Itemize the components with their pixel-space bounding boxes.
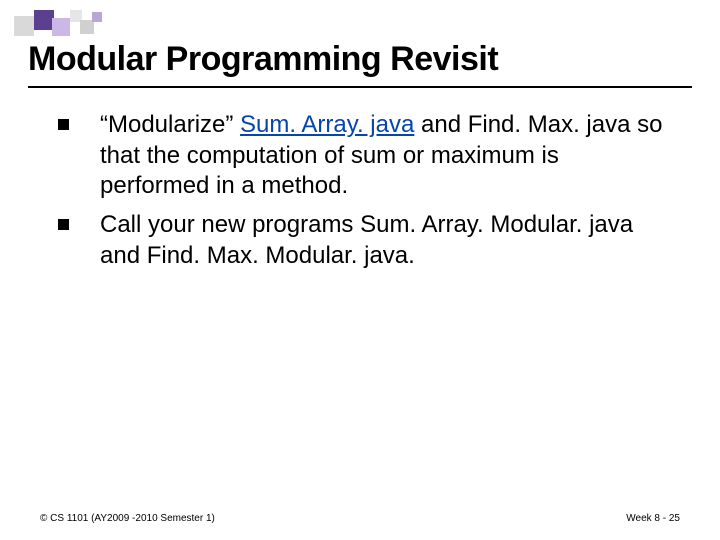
footer-page-number: Week 8 - 25 [626,513,680,524]
list-item: “Modularize” Sum. Array. java and Find. … [58,110,670,202]
slide: Modular Programming Revisit “Modularize”… [0,0,720,540]
square-icon [14,16,34,36]
list-item: Call your new programs Sum. Array. Modul… [58,210,670,271]
footer-copyright: © CS 1101 (AY2009 -2010 Semester 1) [40,513,215,524]
slide-body: “Modularize” Sum. Array. java and Find. … [58,110,670,280]
square-icon [92,12,102,22]
square-icon [34,10,54,30]
bullet-text-prefix: Call your new programs Sum. Array. Modul… [100,211,633,269]
bullet-text-prefix: “Modularize” [100,111,240,138]
bullet-icon [58,119,69,130]
square-icon [52,18,70,36]
link-sumarray[interactable]: Sum. Array. java [240,111,414,138]
square-icon [80,20,94,34]
bullet-icon [58,219,69,230]
title-underline [28,86,692,88]
slide-title: Modular Programming Revisit [28,40,498,79]
decorative-squares [14,10,134,38]
